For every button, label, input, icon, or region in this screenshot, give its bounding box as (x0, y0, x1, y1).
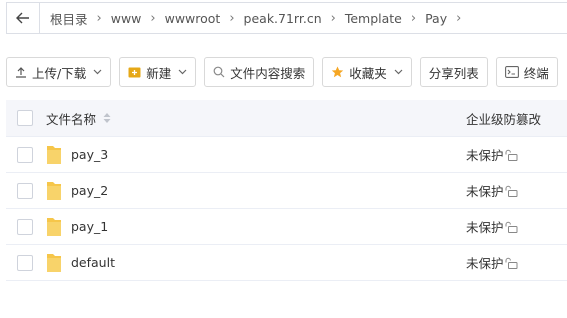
chevron-right-icon: › (96, 10, 102, 26)
chevron-right-icon: › (150, 10, 156, 26)
breadcrumb-item-pay[interactable]: Pay (425, 11, 447, 26)
chevron-down-icon (178, 69, 187, 75)
upload-download-label: 上传/下载 (32, 65, 87, 81)
row-checkbox[interactable] (17, 146, 33, 163)
select-all-checkbox[interactable] (17, 110, 33, 126)
file-table: 文件名称 企业级防篡改 pay_3 未保护 pay_2 未保护 pay_1 未保… (6, 100, 567, 281)
path-bar: 根目录 › www › wwwroot › peak.71rr.cn › Tem… (6, 2, 567, 34)
row-checkbox[interactable] (17, 254, 33, 271)
new-label: 新建 (146, 65, 172, 81)
share-list-button[interactable]: 分享列表 (419, 57, 488, 87)
folder-icon (46, 217, 62, 237)
folder-icon (46, 181, 62, 201)
toolbar: 上传/下载 新建 文件内容搜索 收藏夹 分享列表 终端 (6, 56, 558, 88)
breadcrumb-item-wwwroot[interactable]: wwwroot (165, 11, 221, 26)
sort-icon[interactable] (102, 111, 112, 125)
table-row[interactable]: pay_1 未保护 (6, 209, 567, 245)
protection-status: 未保护 (466, 256, 504, 271)
chevron-right-icon: › (410, 10, 417, 26)
terminal-button[interactable]: 终端 (495, 57, 558, 87)
unlock-icon[interactable] (505, 257, 518, 269)
name-column-header[interactable]: 文件名称 (44, 109, 112, 128)
protection-status: 未保护 (466, 220, 504, 235)
content-search-label: 文件内容搜索 (230, 65, 306, 81)
chevron-right-icon[interactable]: › (456, 11, 461, 26)
chevron-right-icon: › (330, 10, 336, 26)
favorites-label: 收藏夹 (349, 65, 387, 81)
upload-icon (15, 66, 27, 78)
terminal-icon (504, 66, 519, 78)
table-row[interactable]: pay_2 未保护 (6, 173, 567, 209)
table-header: 文件名称 企业级防篡改 (6, 100, 567, 137)
protection-status: 未保护 (466, 184, 504, 199)
unlock-icon[interactable] (505, 221, 518, 233)
star-icon (331, 66, 344, 78)
chevron-down-icon (394, 69, 403, 75)
protection-column-label: 企业级防篡改 (466, 111, 542, 127)
table-row[interactable]: pay_3 未保护 (6, 137, 567, 173)
content-search-button[interactable]: 文件内容搜索 (204, 57, 315, 87)
file-name[interactable]: pay_1 (71, 219, 108, 234)
share-list-label: 分享列表 (428, 65, 479, 81)
file-manager: 根目录 › www › wwwroot › peak.71rr.cn › Tem… (0, 0, 567, 318)
unlock-icon[interactable] (505, 185, 518, 197)
arrow-left-icon (16, 12, 29, 24)
name-column-label: 文件名称 (46, 111, 97, 127)
favorites-button[interactable]: 收藏夹 (322, 57, 412, 87)
new-button[interactable]: 新建 (119, 57, 197, 87)
protection-status: 未保护 (466, 148, 504, 163)
new-folder-icon (128, 66, 141, 78)
breadcrumb: 根目录 › www › wwwroot › peak.71rr.cn › Tem… (40, 9, 470, 28)
folder-icon (46, 253, 62, 273)
file-name[interactable]: pay_2 (71, 183, 108, 198)
breadcrumb-item-site[interactable]: peak.71rr.cn (244, 11, 322, 26)
table-row[interactable]: default 未保护 (6, 245, 567, 281)
back-button[interactable] (7, 3, 40, 33)
folder-icon (46, 145, 62, 165)
row-checkbox[interactable] (17, 218, 33, 235)
breadcrumb-item-template[interactable]: Template (345, 11, 402, 26)
terminal-label: 终端 (523, 65, 549, 81)
file-name[interactable]: default (71, 255, 115, 270)
breadcrumb-item-root[interactable]: 根目录 (50, 9, 88, 28)
chevron-right-icon: › (229, 10, 235, 26)
row-checkbox[interactable] (17, 182, 33, 199)
breadcrumb-item-www[interactable]: www (111, 11, 142, 26)
upload-download-button[interactable]: 上传/下载 (6, 57, 112, 87)
file-name[interactable]: pay_3 (71, 147, 108, 162)
unlock-icon[interactable] (505, 149, 518, 161)
search-icon (213, 66, 225, 78)
chevron-down-icon (93, 69, 102, 75)
